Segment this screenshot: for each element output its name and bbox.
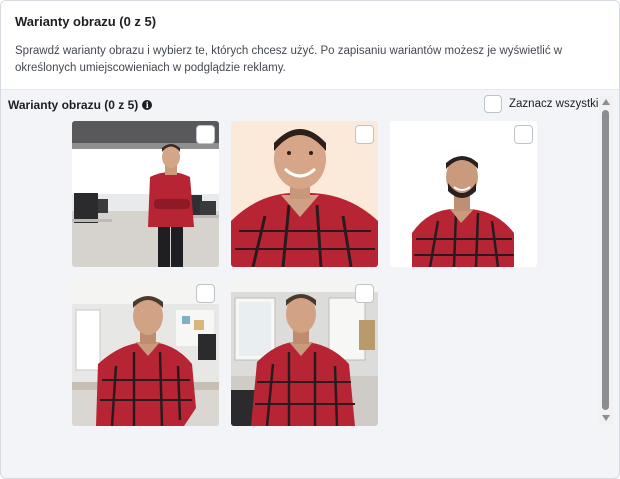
dialog-description: Sprawdź warianty obrazu i wybierz te, kt… xyxy=(15,45,563,74)
image-variant-2[interactable] xyxy=(231,121,378,267)
vertical-scrollbar[interactable] xyxy=(599,96,613,424)
dialog-header: Warianty obrazu (0 z 5) Sprawdź warianty… xyxy=(1,1,619,90)
variants-panel: Warianty obrazu (0 z 5) i Zaznacz wszyst… xyxy=(1,90,619,478)
section-title-text: Warianty obrazu (0 z 5) xyxy=(8,98,139,112)
image-variant-3[interactable] xyxy=(390,121,537,267)
scroll-down-arrow-icon[interactable] xyxy=(602,415,610,421)
dialog-title: Warianty obrazu (0 z 5) xyxy=(15,14,157,29)
info-icon[interactable]: i xyxy=(142,100,153,110)
variant-5-checkbox[interactable] xyxy=(355,284,374,303)
scroll-up-arrow-icon[interactable] xyxy=(602,99,610,105)
section-title: Warianty obrazu (0 z 5) i xyxy=(8,98,153,112)
select-all-checkbox[interactable]: Zaznacz wszystkie xyxy=(484,95,605,113)
image-variant-1[interactable] xyxy=(72,121,219,267)
scrollbar-thumb[interactable] xyxy=(602,110,609,410)
image-variants-dialog: Warianty obrazu (0 z 5) Sprawdź warianty… xyxy=(0,0,620,479)
select-all-box[interactable] xyxy=(484,95,502,113)
image-variant-5[interactable] xyxy=(231,280,378,426)
variant-2-checkbox[interactable] xyxy=(355,125,374,144)
variant-4-checkbox[interactable] xyxy=(196,284,215,303)
variant-3-checkbox[interactable] xyxy=(514,125,533,144)
variant-1-checkbox[interactable] xyxy=(196,125,215,144)
select-all-label: Zaznacz wszystkie xyxy=(509,98,605,110)
image-variant-4[interactable] xyxy=(72,280,219,426)
